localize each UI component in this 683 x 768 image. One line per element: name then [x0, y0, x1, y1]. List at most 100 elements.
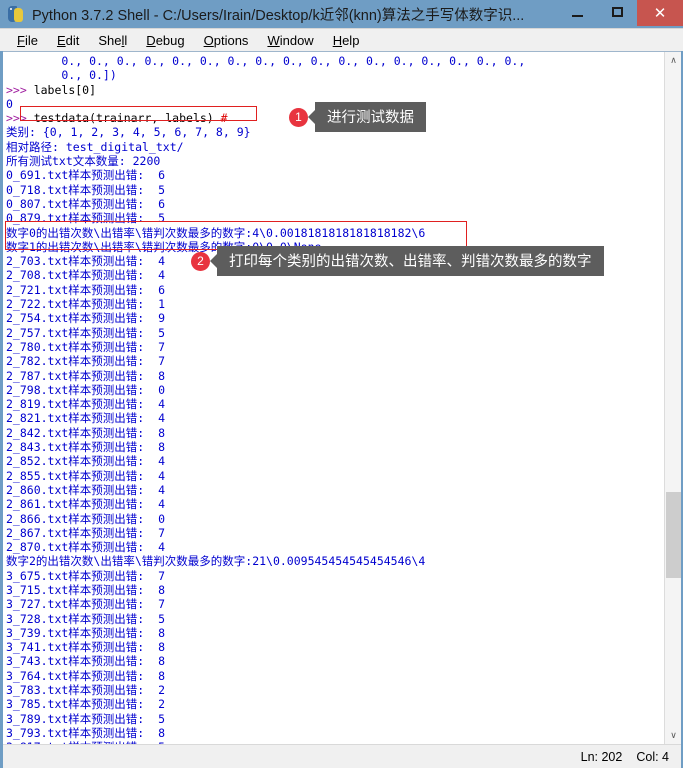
menu-accelerator: D [146, 32, 156, 48]
shell-output: 0., 0., 0., 0., 0., 0., 0., 0., 0., 0., … [3, 54, 664, 744]
shell-line: 3_785.txt样本预测出错: 2 [6, 697, 664, 711]
annotation-badge-1: 1 [289, 107, 308, 127]
shell-line: 2_821.txt样本预测出错: 4 [6, 411, 664, 425]
status-column-number: Col: 4 [636, 749, 669, 764]
shell-line: 3_675.txt样本预测出错: 7 [6, 569, 664, 583]
shell-line: 2_798.txt样本预测出错: 0 [6, 383, 664, 397]
shell-line: 3_817.txt样本预测出错: 5 [6, 740, 664, 744]
scroll-down-icon[interactable]: ∨ [665, 727, 681, 744]
shell-code: testdata(trainarr, labels) [26, 111, 221, 126]
shell-line: 3_743.txt样本预测出错: 8 [6, 654, 664, 668]
menu-item-window[interactable]: Window [258, 32, 323, 49]
shell-line-text: 数字2的出错次数\出错率\错判次数最多的数字:21\0.009545454545… [6, 554, 426, 569]
menu-item-edit[interactable]: Edit [48, 32, 89, 49]
menu-item-file[interactable]: File [8, 32, 48, 49]
shell-line: 3_728.txt样本预测出错: 5 [6, 612, 664, 626]
shell-line: 2_860.txt样本预测出错: 4 [6, 483, 664, 497]
python-icon [6, 4, 26, 24]
shell-line: 3_715.txt样本预测出错: 8 [6, 583, 664, 597]
annotation-bubble-1: 进行测试数据 [315, 102, 426, 132]
shell-line: 3_783.txt样本预测出错: 2 [6, 683, 664, 697]
shell-line-text: 2_819.txt样本预测出错: 4 [6, 397, 166, 412]
menu-item-shell[interactable]: Shell [89, 32, 137, 49]
shell-line-text: 2_821.txt样本预测出错: 4 [6, 411, 166, 426]
shell-line-text: 3_739.txt样本预测出错: 8 [6, 625, 166, 640]
shell-line-text: 3_741.txt样本预测出错: 8 [6, 640, 166, 655]
shell-prompt: >>> [6, 111, 27, 126]
scroll-up-icon[interactable]: ∧ [665, 52, 681, 69]
shell-line-text: 3_785.txt样本预测出错: 2 [6, 697, 166, 712]
shell-line-text: 2_754.txt样本预测出错: 9 [6, 311, 166, 326]
shell-line: 3_727.txt样本预测出错: 7 [6, 597, 664, 611]
shell-line-text: 类别: {0, 1, 2, 3, 4, 5, 6, 7, 8, 9} [6, 125, 251, 140]
menu-bar: File Edit Shell Debug Options Window Help [0, 28, 683, 51]
shell-line-text: 0., 0., 0., 0., 0., 0., 0., 0., 0., 0., … [6, 54, 526, 68]
shell-line: 2_852.txt样本预测出错: 4 [6, 454, 664, 468]
shell-line-text: 2_870.txt样本预测出错: 4 [6, 540, 166, 555]
shell-line: 数字2的出错次数\出错率\错判次数最多的数字:21\0.009545454545… [6, 554, 664, 568]
shell-line: 2_843.txt样本预测出错: 8 [6, 440, 664, 454]
shell-line: 2_722.txt样本预测出错: 1 [6, 297, 664, 311]
shell-line: 3_764.txt样本预测出错: 8 [6, 669, 664, 683]
maximize-button[interactable] [597, 0, 637, 24]
shell-line: 2_870.txt样本预测出错: 4 [6, 540, 664, 554]
shell-line-text: 3_764.txt样本预测出错: 8 [6, 668, 166, 683]
shell-line-text: 3_789.txt样本预测出错: 5 [6, 711, 166, 726]
shell-line: 3_739.txt样本预测出错: 8 [6, 626, 664, 640]
shell-line-text: 3_783.txt样本预测出错: 2 [6, 683, 166, 698]
shell-line-text: 2_757.txt样本预测出错: 5 [6, 325, 166, 340]
close-button[interactable]: ✕ [637, 0, 683, 26]
shell-line-text: 2_708.txt样本预测出错: 4 [6, 268, 166, 283]
shell-line: 3_793.txt样本预测出错: 8 [6, 726, 664, 740]
shell-line: 数字0的出错次数\出错率\错判次数最多的数字:4\0.0018181818181… [6, 226, 664, 240]
shell-line-text: 0_807.txt样本预测出错: 6 [6, 196, 166, 211]
shell-line-text: 0_691.txt样本预测出错: 6 [6, 168, 166, 183]
shell-line-text: 3_743.txt样本预测出错: 8 [6, 654, 166, 669]
shell-line-text: 2_860.txt样本预测出错: 4 [6, 482, 166, 497]
shell-line-text: 2_852.txt样本预测出错: 4 [6, 454, 166, 469]
shell-line-text: 0 [6, 96, 13, 111]
shell-line-text: 3_727.txt样本预测出错: 7 [6, 597, 166, 612]
shell-line: 2_819.txt样本预测出错: 4 [6, 397, 664, 411]
scrollbar-thumb[interactable] [666, 492, 681, 578]
shell-line-text: 3_817.txt样本预测出错: 5 [6, 740, 165, 744]
window-title: Python 3.7.2 Shell - C:/Users/Irain/Desk… [32, 7, 525, 24]
menu-accelerator: H [332, 32, 343, 48]
annotation-callout-2: 2 打印每个类别的出错次数、出错率、判错次数最多的数字 [191, 246, 604, 276]
annotation-callout-1: 1 进行测试数据 [289, 102, 426, 132]
menu-item-help[interactable]: Help [324, 32, 370, 49]
shell-line-text: 3_675.txt样本预测出错: 7 [6, 568, 166, 583]
shell-line-text: 2_721.txt样本预测出错: 6 [6, 282, 166, 297]
title-bar: Python 3.7.2 Shell - C:/Users/Irain/Desk… [0, 0, 683, 28]
shell-line-text: 2_787.txt样本预测出错: 8 [6, 368, 166, 383]
shell-line-text: 0_879.txt样本预测出错: 5 [6, 211, 166, 226]
shell-line: 0_879.txt样本预测出错: 5 [6, 211, 664, 225]
window-controls: ✕ [557, 0, 683, 28]
shell-text-area[interactable]: 0., 0., 0., 0., 0., 0., 0., 0., 0., 0., … [3, 52, 664, 744]
menu-accelerator: E [56, 32, 66, 48]
shell-line: 0., 0., 0., 0., 0., 0., 0., 0., 0., 0., … [6, 54, 664, 68]
menu-item-debug[interactable]: Debug [137, 32, 194, 49]
shell-line: 2_754.txt样本预测出错: 9 [6, 311, 664, 325]
menu-accelerator: W [267, 32, 280, 48]
shell-line-text: 2_842.txt样本预测出错: 8 [6, 425, 166, 440]
shell-line-text: 2_855.txt样本预测出错: 4 [6, 468, 166, 483]
shell-line-text: 2_867.txt样本预测出错: 7 [6, 525, 166, 540]
shell-line-text: 2_861.txt样本预测出错: 4 [6, 497, 166, 512]
shell-line-text: 所有测试txt文本数量: 2200 [6, 154, 161, 169]
shell-line: 0_691.txt样本预测出错: 6 [6, 168, 664, 182]
shell-line-text: 3_793.txt样本预测出错: 8 [6, 725, 166, 740]
shell-line-text: 2_703.txt样本预测出错: 4 [6, 254, 166, 269]
minimize-button[interactable] [557, 0, 597, 24]
shell-content: 0., 0., 0., 0., 0., 0., 0., 0., 0., 0., … [3, 51, 681, 744]
menu-item-options[interactable]: Options [195, 32, 259, 49]
shell-line: 2_780.txt样本预测出错: 7 [6, 340, 664, 354]
shell-line: 2_757.txt样本预测出错: 5 [6, 326, 664, 340]
shell-line-text: 2_782.txt样本预测出错: 7 [6, 354, 166, 369]
shell-line: 2_866.txt样本预测出错: 0 [6, 512, 664, 526]
shell-comment: # [220, 111, 228, 126]
vertical-scrollbar[interactable]: ∧ ∨ [664, 52, 681, 744]
shell-line: 2_782.txt样本预测出错: 7 [6, 354, 664, 368]
menu-accelerator: l [121, 32, 125, 48]
shell-line: 0., 0.]) [6, 68, 664, 82]
